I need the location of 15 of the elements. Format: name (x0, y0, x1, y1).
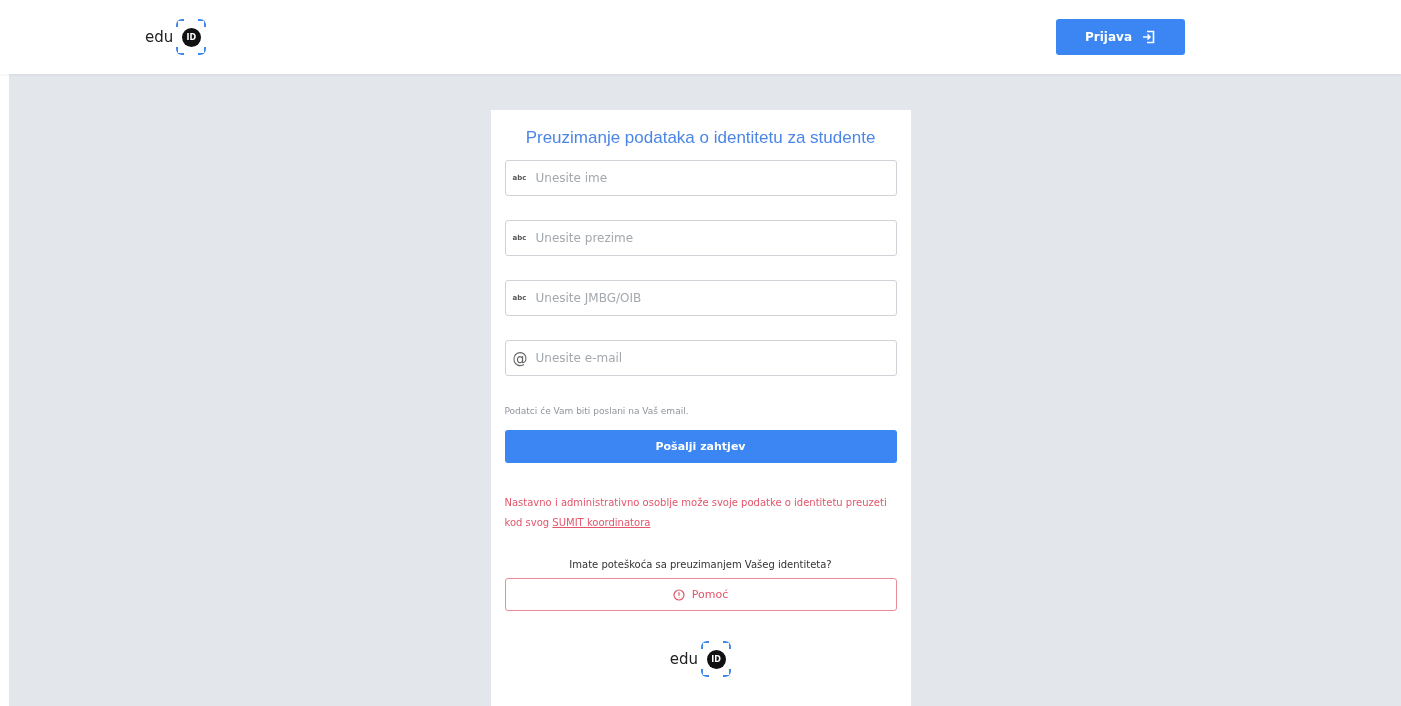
logo-text: edu (669, 650, 699, 668)
at-icon: @ (512, 350, 528, 366)
form-title: Preuzimanje podataka o identitetu za studente (524, 128, 877, 148)
info-icon (672, 588, 685, 601)
help-question: Imate poteškoća sa preuzimanjem Vašeg identiteta? (568, 559, 833, 570)
coordinator-link[interactable]: SUMIT koordinatora (552, 517, 651, 528)
login-button[interactable]: Prijava (1056, 19, 1185, 55)
help-button[interactable]: Pomoć (504, 578, 897, 611)
hint-text: Podatci će Vam biti poslani na Vaš email. (504, 406, 690, 416)
submit-button[interactable]: Pošalji zahtjev (504, 430, 897, 463)
logo-text: edu (145, 28, 174, 46)
staff-note: Nastavno i administrativno osoblje može svoje podatke o identitetu preuzeti kod svog SUMIT koordinatora (504, 496, 888, 530)
logo-badge: ID (181, 27, 201, 47)
login-icon (1142, 30, 1156, 44)
logo-badge: ID (706, 649, 726, 669)
